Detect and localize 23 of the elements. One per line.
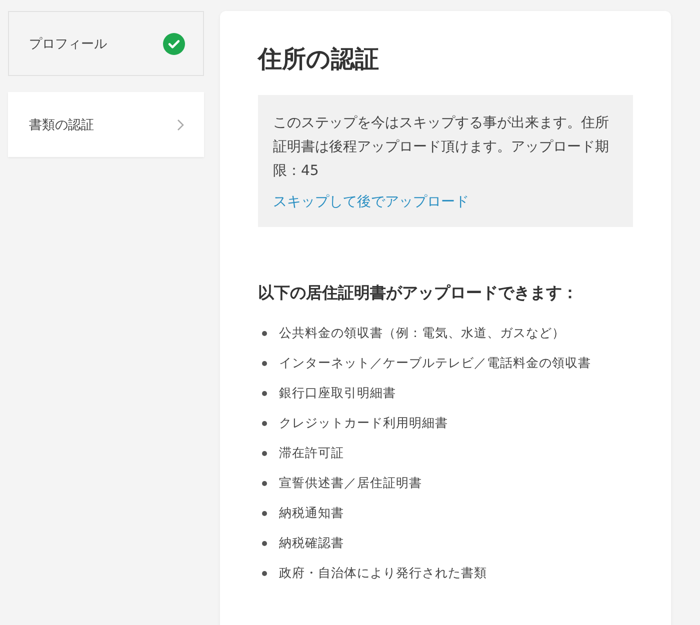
bullet-icon (262, 510, 267, 516)
bullet-icon (262, 330, 267, 336)
bullet-icon (262, 570, 267, 576)
page-title: 住所の認証 (258, 44, 380, 75)
document-type: インターネット／ケーブルテレビ／電話料金の領収書 (279, 354, 591, 372)
bullet-icon (262, 480, 267, 486)
notice-text: このステップを今はスキップする事が出来ます。住所証明書は後程アップロード頂けます。アップロード期限：45 (273, 114, 610, 181)
document-type: 銀行口座取引明細書 (279, 384, 396, 402)
bullet-icon (262, 450, 267, 456)
bullet-icon (262, 540, 267, 546)
document-type: 滞在許可証 (279, 444, 344, 462)
document-type: 宣誓供述書／居住証明書 (279, 474, 422, 492)
document-type: 公共料金の領収書（例：電気、水道、ガスなど） (279, 324, 565, 342)
sidebar-step[interactable]: 書類の認証 (8, 92, 204, 157)
sidebar-step[interactable]: プロフィール (8, 11, 204, 76)
bullet-icon (262, 390, 267, 396)
document-type: 政府・自治体により発行された書類 (279, 564, 487, 582)
document-type: クレジットカード利用明細書 (279, 414, 448, 432)
document-type: 納税通知書 (279, 504, 344, 522)
document-type: 納税確認書 (279, 534, 344, 552)
bullet-icon (262, 360, 267, 366)
bullet-icon (262, 420, 267, 426)
list-heading: 以下の居住証明書がアップロードできます： (258, 283, 579, 304)
